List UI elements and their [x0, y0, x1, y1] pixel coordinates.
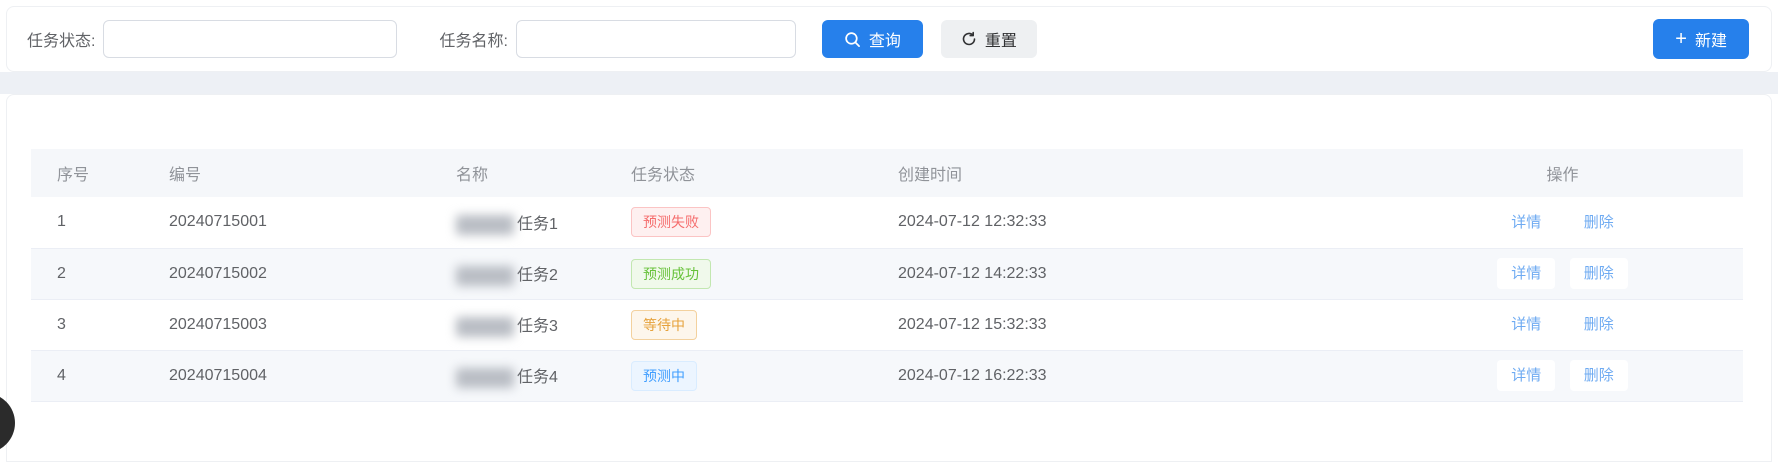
task-table: 序号 编号 名称 任务状态 创建时间 操作 1 20240715001 任务1 … [31, 149, 1743, 402]
cell-code: 20240715002 [143, 248, 430, 299]
table-row: 1 20240715001 任务1 预测失败 2024-07-12 12:32:… [31, 197, 1743, 248]
column-header-operation: 操作 [1382, 149, 1743, 197]
table-row: 4 20240715004 任务4 预测中 2024-07-12 16:22:3… [31, 350, 1743, 401]
redacted-name-blur [456, 368, 514, 388]
cell-index: 3 [31, 299, 143, 350]
magnifier-icon [844, 31, 861, 48]
task-name-text: 任务2 [517, 267, 558, 284]
column-header-index: 序号 [31, 149, 143, 197]
cell-created: 2024-07-12 14:22:33 [872, 248, 1382, 299]
table-row: 3 20240715003 任务3 等待中 2024-07-12 15:32:3… [31, 299, 1743, 350]
cell-index: 2 [31, 248, 143, 299]
table-header-row: 序号 编号 名称 任务状态 创建时间 操作 [31, 149, 1743, 197]
cell-code: 20240715004 [143, 350, 430, 401]
cell-operation: 详情 删除 [1382, 350, 1743, 401]
task-status-label: 任务状态: [27, 27, 95, 51]
cell-operation: 详情 删除 [1382, 299, 1743, 350]
reset-button-label: 重置 [985, 27, 1017, 51]
cell-created: 2024-07-12 12:32:33 [872, 197, 1382, 248]
status-badge: 等待中 [631, 310, 697, 340]
column-header-name: 名称 [430, 149, 605, 197]
cell-code: 20240715003 [143, 299, 430, 350]
page-background-strip [0, 72, 1778, 94]
cell-name: 任务1 [430, 197, 605, 248]
task-name-label: 任务名称: [439, 27, 507, 51]
refresh-icon [961, 31, 977, 47]
cell-created: 2024-07-12 15:32:33 [872, 299, 1382, 350]
delete-link[interactable]: 删除 [1570, 360, 1628, 391]
cell-operation: 详情 删除 [1382, 197, 1743, 248]
cell-name: 任务3 [430, 299, 605, 350]
detail-link[interactable]: 详情 [1497, 258, 1555, 289]
redacted-name-blur [456, 266, 514, 286]
cell-name: 任务2 [430, 248, 605, 299]
cell-created: 2024-07-12 16:22:33 [872, 350, 1382, 401]
task-name-text: 任务4 [517, 369, 558, 386]
redacted-name-blur [456, 215, 514, 235]
task-list-card: 序号 编号 名称 任务状态 创建时间 操作 1 20240715001 任务1 … [6, 94, 1772, 462]
plus-icon: + [1675, 29, 1687, 49]
detail-link[interactable]: 详情 [1497, 360, 1555, 391]
search-button[interactable]: 查询 [822, 20, 923, 58]
cell-status: 预测失败 [605, 197, 872, 248]
task-name-input[interactable] [516, 20, 796, 58]
create-button[interactable]: + 新建 [1653, 19, 1749, 59]
status-badge: 预测中 [631, 361, 697, 391]
delete-link[interactable]: 删除 [1570, 258, 1628, 289]
table-row: 2 20240715002 任务2 预测成功 2024-07-12 14:22:… [31, 248, 1743, 299]
column-header-status: 任务状态 [605, 149, 872, 197]
cell-status: 预测中 [605, 350, 872, 401]
cell-index: 1 [31, 197, 143, 248]
cell-status: 等待中 [605, 299, 872, 350]
filter-bar: 任务状态: 任务名称: 查询 重置 + 新建 [6, 6, 1772, 72]
redacted-name-blur [456, 317, 514, 337]
reset-button[interactable]: 重置 [941, 20, 1037, 58]
delete-link[interactable]: 删除 [1570, 309, 1628, 340]
task-status-input[interactable] [103, 20, 397, 58]
cell-index: 4 [31, 350, 143, 401]
delete-link[interactable]: 删除 [1570, 207, 1628, 238]
column-header-created: 创建时间 [872, 149, 1382, 197]
task-name-text: 任务1 [517, 216, 558, 233]
cell-operation: 详情 删除 [1382, 248, 1743, 299]
status-badge: 预测失败 [631, 207, 711, 237]
column-header-code: 编号 [143, 149, 430, 197]
cell-status: 预测成功 [605, 248, 872, 299]
cell-code: 20240715001 [143, 197, 430, 248]
cell-name: 任务4 [430, 350, 605, 401]
detail-link[interactable]: 详情 [1497, 309, 1555, 340]
status-badge: 预测成功 [631, 259, 711, 289]
task-name-text: 任务3 [517, 318, 558, 335]
create-button-label: 新建 [1695, 27, 1727, 51]
detail-link[interactable]: 详情 [1497, 207, 1555, 238]
search-button-label: 查询 [869, 27, 901, 51]
